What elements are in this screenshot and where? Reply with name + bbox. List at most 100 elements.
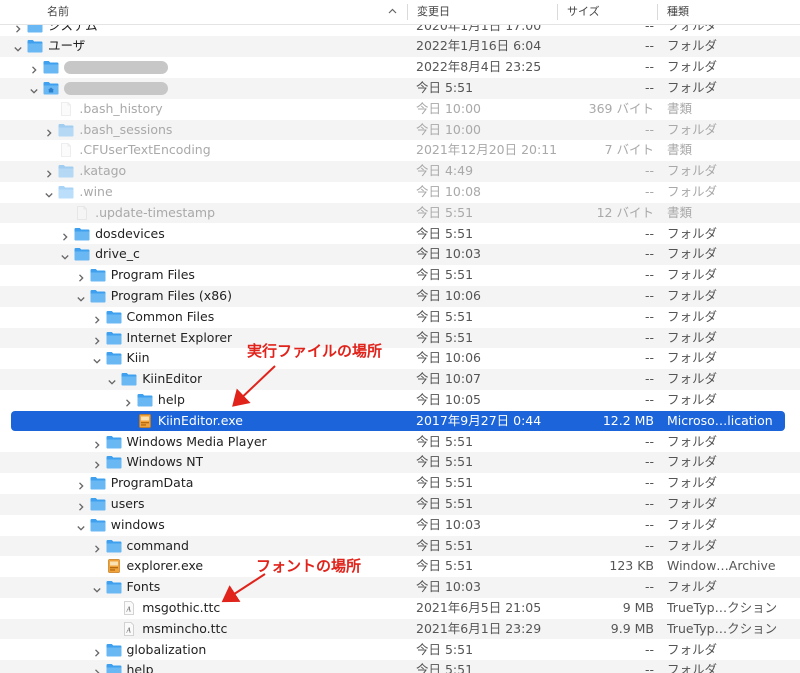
item-name: globalization	[126, 641, 207, 657]
item-date: 2021年12月20日 20:11	[416, 142, 558, 158]
list-item[interactable]: users 今日 5:51 -- フォルダ	[0, 493, 800, 515]
item-name: help	[126, 662, 154, 673]
sort-ascending-icon[interactable]	[388, 7, 397, 16]
list-item[interactable]: Internet Explorer 今日 5:51 -- フォルダ	[0, 327, 800, 349]
folder-icon	[90, 518, 106, 532]
list-item[interactable]: .bash_sessions 今日 10:00 -- フォルダ	[0, 119, 800, 141]
disclosure-closed-icon[interactable]	[45, 167, 53, 178]
folder-icon	[58, 185, 74, 199]
item-size: --	[644, 579, 654, 595]
disclosure-closed-icon[interactable]	[93, 334, 101, 345]
list-item-selected[interactable]: KiinEditor.exe 2017年9月27日 0:44 12.2 MB Micr…	[11, 410, 785, 432]
svg-text:A: A	[126, 626, 132, 634]
disclosure-open-icon[interactable]	[92, 354, 101, 364]
disclosure-closed-icon[interactable]	[93, 458, 101, 469]
disclosure-closed-icon[interactable]	[93, 313, 101, 324]
item-size: 9 MB	[622, 599, 654, 615]
disclosure-closed-icon[interactable]	[61, 230, 69, 241]
disclosure-open-icon[interactable]	[45, 188, 54, 198]
list-item[interactable]: Common Files 今日 5:51 -- フォルダ	[0, 307, 800, 328]
list-item[interactable]: dosdevices 今日 5:51 -- フォルダ	[0, 224, 800, 245]
disclosure-open-icon[interactable]	[14, 42, 22, 52]
list-item[interactable]: .wine 今日 10:08 -- フォルダ	[0, 182, 800, 203]
list-item[interactable]: help 今日 5:51 -- フォルダ	[0, 660, 800, 673]
document-icon	[74, 205, 90, 220]
disclosure-closed-icon[interactable]	[124, 396, 132, 407]
item-date: 今日 10:03	[416, 516, 481, 532]
list-item[interactable]: Fonts 今日 10:03 -- フォルダ	[0, 577, 800, 598]
column-divider[interactable]	[407, 4, 408, 20]
date-column-header[interactable]: 変更日	[417, 0, 450, 24]
size-column-header[interactable]: サイズ	[567, 0, 600, 24]
list-item[interactable]: Program Files (x86) 今日 10:06 -- フォルダ	[0, 285, 800, 307]
disclosure-closed-icon[interactable]	[77, 271, 85, 282]
disclosure-open-icon[interactable]	[30, 84, 38, 94]
list-item[interactable]: .update-timestamp 今日 5:51 12 バイト 書類	[0, 202, 800, 224]
list-item[interactable]: globalization 今日 5:51 -- フォルダ	[0, 640, 800, 661]
list-item[interactable]: help 今日 10:05 -- フォルダ	[0, 390, 800, 411]
list-item[interactable]: KiinEditor 今日 10:07 -- フォルダ	[0, 369, 800, 390]
folder-icon	[90, 476, 106, 490]
disclosure-closed-icon[interactable]	[93, 438, 101, 449]
item-kind: フォルダ	[667, 537, 718, 553]
list-item[interactable]: ProgramData 今日 5:51 -- フォルダ	[0, 473, 800, 494]
list-item[interactable]: .bash_history 今日 10:00 369 バイト 書類	[0, 99, 800, 120]
list-item[interactable]: .CFUserTextEncoding 2021年12月20日 20:11 7 バイ…	[0, 140, 800, 161]
disclosure-closed-icon[interactable]	[45, 126, 53, 137]
item-name: Kiin	[126, 350, 150, 366]
disclosure-closed-icon[interactable]	[93, 542, 101, 553]
item-name: Fonts	[126, 579, 161, 595]
list-item[interactable]: Windows NT 今日 5:51 -- フォルダ	[0, 452, 800, 474]
item-kind: TrueTyp…クション	[667, 599, 778, 615]
name-column-header[interactable]: 名前	[47, 0, 69, 24]
list-item[interactable]: Amsgothic.ttc 2021年6月5日 21:05 9 MB TrueTyp……	[0, 598, 800, 619]
list-item[interactable]: 2022年8月4日 23:25 -- フォルダ	[0, 57, 800, 78]
item-kind: フォルダ	[667, 267, 718, 283]
disclosure-closed-icon[interactable]	[30, 63, 38, 74]
item-date: 今日 10:03	[416, 246, 481, 262]
item-name: ユーザ	[48, 38, 86, 54]
item-date: 今日 5:51	[416, 308, 474, 324]
disclosure-open-icon[interactable]	[61, 250, 69, 260]
item-kind: フォルダ	[667, 183, 718, 199]
item-size: --	[644, 495, 654, 511]
list-item[interactable]: 今日 5:51 -- フォルダ	[0, 77, 800, 99]
list-item[interactable]: windows 今日 10:03 -- フォルダ	[0, 515, 800, 536]
column-divider[interactable]	[657, 4, 658, 20]
item-date: 今日 5:51	[416, 558, 474, 574]
disclosure-closed-icon[interactable]	[93, 666, 101, 673]
disclosure-open-icon[interactable]	[77, 521, 85, 531]
item-kind: フォルダ	[667, 516, 718, 532]
list-item[interactable]: ユーザ 2022年1月16日 6:04 -- フォルダ	[0, 36, 800, 58]
column-divider[interactable]	[557, 4, 558, 20]
disclosure-open-icon[interactable]	[108, 375, 116, 385]
item-size: --	[644, 454, 654, 470]
list-item[interactable]: Program Files 今日 5:51 -- フォルダ	[0, 265, 800, 286]
item-size: --	[644, 79, 654, 95]
list-item[interactable]: command 今日 5:51 -- フォルダ	[0, 535, 800, 557]
item-name: msmincho.ttc	[142, 620, 228, 636]
disclosure-open-icon[interactable]	[77, 292, 85, 302]
item-kind: フォルダ	[667, 225, 718, 241]
list-item[interactable]: .katago 今日 4:49 -- フォルダ	[0, 161, 800, 182]
folder-icon	[58, 123, 74, 137]
item-name: Internet Explorer	[126, 329, 233, 345]
folder-icon	[106, 580, 122, 594]
disclosure-closed-icon[interactable]	[93, 646, 101, 657]
disclosure-closed-icon[interactable]	[77, 479, 85, 490]
item-date: 今日 5:51	[416, 204, 474, 220]
kind-column-header[interactable]: 種類	[667, 0, 689, 24]
folder-icon	[106, 643, 122, 657]
list-item[interactable]: explorer.exe 今日 5:51 123 KB Window…Archive	[0, 556, 800, 577]
list-item[interactable]: Amsmincho.ttc 2021年6月1日 23:29 9.9 MB TrueTy…	[0, 618, 800, 640]
disclosure-open-icon[interactable]	[92, 583, 101, 593]
list-item[interactable]: Kiin 今日 10:06 -- フォルダ	[0, 348, 800, 369]
item-size: --	[644, 59, 654, 75]
item-name: .bash_sessions	[79, 121, 173, 137]
item-kind: フォルダ	[667, 350, 718, 366]
list-item[interactable]: Windows Media Player 今日 5:51 -- フォルダ	[0, 432, 800, 453]
item-kind: Microso…lication	[667, 412, 773, 428]
document-icon	[58, 101, 74, 116]
disclosure-closed-icon[interactable]	[77, 500, 85, 511]
list-item[interactable]: drive_c 今日 10:03 -- フォルダ	[0, 244, 800, 266]
